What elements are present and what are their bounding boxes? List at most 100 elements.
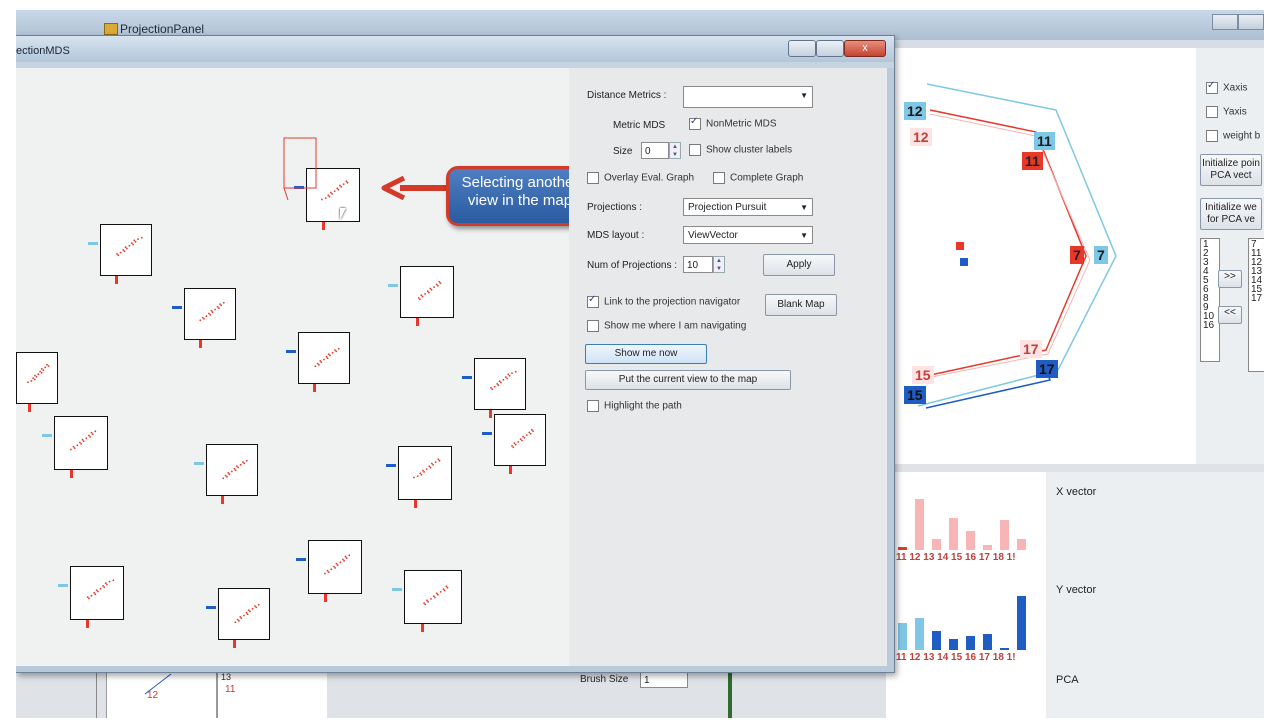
list-item[interactable]: 16: [1203, 321, 1217, 331]
node-light-7[interactable]: 7: [1094, 246, 1108, 264]
node-red-7[interactable]: 7: [1070, 246, 1084, 264]
axis-vector-icon: [194, 461, 204, 465]
vector-bar: [932, 539, 941, 550]
brush-size-label: Brush Size: [580, 674, 629, 685]
projection-view-thumbnail[interactable]: [70, 566, 124, 620]
vector-charts: 11 12 13 14 15 16 17 18 1! 11 12 13 14 1…: [886, 472, 1046, 718]
distance-metrics-select[interactable]: [683, 86, 813, 108]
projection-view-thumbnail[interactable]: [184, 288, 236, 340]
move-right-button[interactable]: >>: [1218, 270, 1242, 288]
mds-map-canvas[interactable]: Selecting another view in the map: [16, 68, 594, 666]
projection-view-thumbnail[interactable]: [400, 266, 454, 318]
nonmetric-mds-checkbox[interactable]: NonMetric MDS: [689, 116, 777, 130]
projection-view-thumbnail[interactable]: [218, 588, 270, 640]
axis-vector-icon: [42, 434, 52, 438]
node-red-15[interactable]: 15: [912, 366, 934, 384]
initialize-points-button[interactable]: Initialize poin PCA vect: [1200, 154, 1262, 186]
put-current-view-button[interactable]: Put the current view to the map: [585, 370, 791, 390]
maximize-icon[interactable]: [1238, 14, 1264, 30]
node-blue-17[interactable]: 17: [1036, 360, 1058, 378]
x-vector-label: X vector: [1056, 486, 1097, 498]
blank-map-button[interactable]: Blank Map: [765, 294, 837, 316]
show-me-where-checkbox[interactable]: Show me where I am navigating: [587, 320, 746, 332]
vector-bar: [1000, 648, 1009, 650]
window-close-icon[interactable]: x: [844, 40, 886, 57]
selected-dimensions-list[interactable]: 7 11 12 13 14 15 17: [1248, 238, 1264, 372]
overlay-eval-graph-checkbox[interactable]: Overlay Eval. Graph: [587, 172, 694, 184]
move-left-button[interactable]: <<: [1218, 306, 1242, 324]
projection-view-thumbnail[interactable]: [398, 446, 452, 500]
vector-bar: [966, 531, 975, 550]
projection-view-thumbnail[interactable]: [404, 570, 462, 624]
num-projections-input[interactable]: 10: [683, 256, 713, 273]
mouse-cursor-icon: [340, 208, 346, 220]
node-red-12[interactable]: 12: [910, 128, 932, 146]
apply-button[interactable]: Apply: [763, 254, 835, 276]
vector-bar: [966, 636, 975, 650]
node-blue-15[interactable]: 15: [904, 386, 926, 404]
navigator-graph: [917, 83, 1117, 409]
initialize-weights-button[interactable]: Initialize we for PCA ve: [1200, 198, 1262, 230]
y-vector-ticks: 11 12 13 14 15 16 17 18 1!: [896, 652, 1016, 663]
link-navigator-checkbox[interactable]: Link to the projection navigator: [587, 294, 740, 308]
window-title: ectionMDS: [16, 45, 70, 57]
window-maximize-icon[interactable]: [816, 40, 844, 57]
axis-vector-icon: [482, 431, 492, 435]
node-light-11[interactable]: 11: [1034, 132, 1055, 150]
projection-scatter: [490, 370, 517, 391]
size-spinner[interactable]: ▲ ▼: [669, 142, 681, 159]
vector-bar: [949, 518, 958, 550]
num-projections-spinner[interactable]: ▲ ▼: [713, 256, 725, 273]
available-dimensions-list[interactable]: 1 2 3 4 5 6 8 9 10 16: [1200, 238, 1220, 362]
list-item[interactable]: 17: [1251, 294, 1263, 304]
metric-mds-label[interactable]: Metric MDS: [613, 120, 665, 131]
projection-navigator-canvas[interactable]: 12 12 11 11 7 7 17 17 15 15: [886, 48, 1196, 464]
complete-graph-checkbox[interactable]: Complete Graph: [713, 172, 803, 184]
axis-vector-icon: [462, 375, 472, 379]
show-me-now-button[interactable]: Show me now: [585, 344, 707, 364]
yaxis-checkbox[interactable]: Yaxis: [1206, 106, 1247, 118]
axis-vector-icon: [296, 558, 306, 562]
window-titlebar: ectionMDS x: [16, 36, 894, 62]
vector-bar: [898, 623, 907, 650]
selection-highlight: [283, 137, 317, 201]
weight-checkbox[interactable]: weight b: [1206, 130, 1260, 142]
mds-layout-select[interactable]: ViewVector: [683, 226, 813, 245]
projection-scatter: [423, 585, 449, 606]
node-light-12[interactable]: 12: [904, 102, 926, 120]
projections-select[interactable]: Projection Pursuit: [683, 198, 813, 217]
vector-bar: [1000, 520, 1009, 550]
projection-view-thumbnail[interactable]: [100, 224, 152, 276]
window-minimize-icon[interactable]: [788, 40, 816, 57]
xaxis-checkbox[interactable]: Xaxis: [1206, 80, 1247, 94]
projection-view-thumbnail[interactable]: [474, 358, 526, 410]
vector-bar: [915, 499, 924, 550]
node-red-11[interactable]: 11: [1022, 152, 1043, 170]
size-input[interactable]: 0: [641, 142, 669, 159]
axis-vector-icon: [58, 584, 68, 588]
small-red-square: [956, 242, 964, 250]
axis-vector-icon: [85, 620, 89, 628]
brush-size-input[interactable]: 1: [640, 671, 688, 688]
projection-view-thumbnail[interactable]: [206, 444, 258, 496]
projection-view-thumbnail[interactable]: [298, 332, 350, 384]
projection-scatter: [70, 430, 97, 451]
vector-bar: [898, 547, 907, 550]
blue-path: [925, 369, 1052, 409]
minimize-icon[interactable]: [1212, 14, 1238, 30]
projection-view-thumbnail[interactable]: [308, 540, 362, 594]
axis-vector-icon: [489, 410, 492, 418]
projection-view-thumbnail[interactable]: [16, 352, 58, 404]
app-icon: [104, 23, 118, 35]
projection-view-thumbnail[interactable]: [494, 414, 546, 466]
projection-scatter: [86, 579, 115, 600]
small-blue-square: [960, 258, 968, 266]
vector-bar: [915, 618, 924, 650]
projection-view-thumbnail[interactable]: [54, 416, 108, 470]
node-red-17[interactable]: 17: [1020, 340, 1042, 358]
show-cluster-labels-checkbox[interactable]: Show cluster labels: [689, 144, 792, 156]
highlight-path-checkbox[interactable]: Highlight the path: [587, 400, 682, 412]
axis-vector-icon: [323, 594, 327, 602]
axis-vector-icon: [206, 605, 216, 609]
projection-scatter: [413, 458, 441, 479]
